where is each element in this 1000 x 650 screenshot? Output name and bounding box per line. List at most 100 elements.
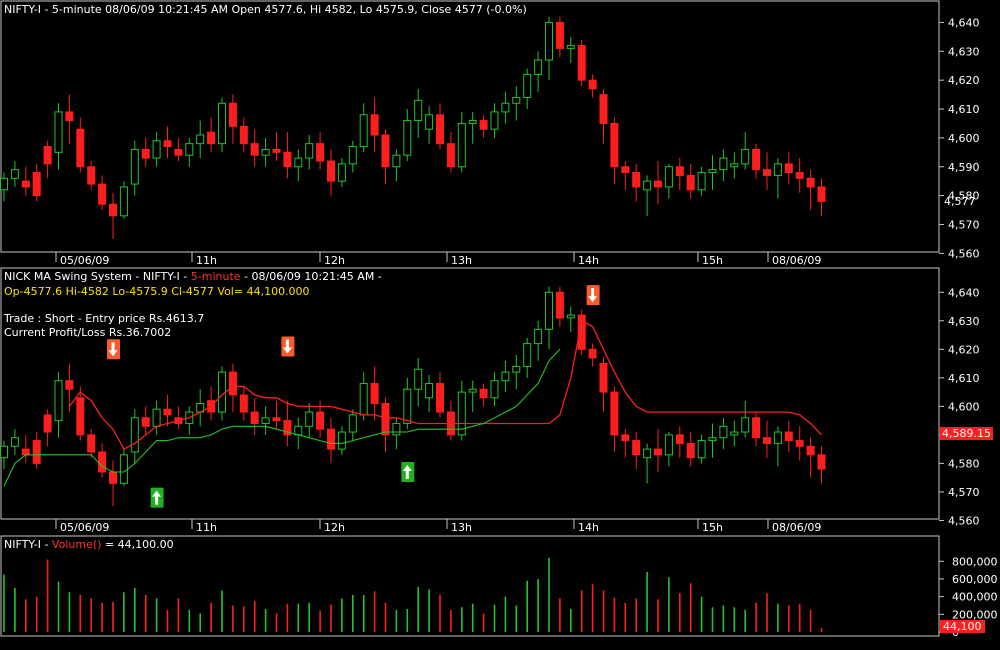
price-candle-body bbox=[65, 111, 74, 122]
swing-candle-body bbox=[98, 451, 107, 473]
price-candle-body bbox=[414, 99, 423, 122]
swing-ytick-label: 4,610 bbox=[948, 372, 980, 385]
volume-panel-title: NIFTY-I - Volume() = 44,100.00 bbox=[4, 538, 174, 551]
swing-candle-body bbox=[218, 371, 226, 413]
price-candle-body bbox=[283, 151, 292, 168]
price-candle-body bbox=[21, 180, 30, 188]
price-candle-body bbox=[806, 177, 815, 188]
price-candle-body bbox=[185, 143, 194, 156]
ma-green-line bbox=[3, 348, 561, 487]
price-candle-body bbox=[610, 122, 619, 168]
price-candle-body bbox=[348, 146, 357, 165]
swing-candle-body bbox=[817, 454, 826, 470]
price-candle-body bbox=[621, 166, 630, 174]
price-candle-body bbox=[152, 140, 161, 159]
price-candle-body bbox=[119, 186, 128, 217]
price-candle-body bbox=[730, 163, 739, 168]
swing-candle-body bbox=[534, 328, 543, 345]
swing-price-tag: 4,589.15 bbox=[940, 427, 993, 440]
price-candle-body bbox=[54, 111, 63, 153]
volume-ytick-label: 400,000 bbox=[952, 591, 998, 604]
price-candle-body bbox=[675, 166, 684, 176]
swing-candle-body bbox=[403, 388, 412, 424]
swing-candle-body bbox=[370, 383, 379, 404]
price-candle-body bbox=[643, 180, 652, 191]
price-candle-body bbox=[512, 96, 521, 104]
profit-loss-line: Current Profit/Loss Rs.36.7002 bbox=[4, 326, 172, 339]
swing-ytick-label: 4,620 bbox=[948, 343, 980, 356]
price-candle-body bbox=[272, 148, 281, 153]
swing-candle-body bbox=[501, 371, 510, 382]
swing-candle-body bbox=[10, 437, 19, 447]
swing-candle-body bbox=[0, 445, 8, 459]
price-candle-body bbox=[686, 174, 695, 191]
price-candle-body bbox=[490, 111, 499, 130]
price-candle-body bbox=[763, 169, 771, 176]
price-candle-body bbox=[327, 160, 335, 182]
swing-candle-body bbox=[381, 403, 390, 436]
price-xtick-label: 08/06/09 bbox=[772, 254, 821, 267]
price-candle-body bbox=[697, 172, 706, 191]
swing-candle-body bbox=[806, 445, 815, 456]
swing-xtick-label: 12h bbox=[324, 521, 345, 534]
chart-canvas: 4,560 4,570 4,580 4,590 4,600 4,610 4,620 4,630… bbox=[0, 0, 998, 639]
swing-candle-body bbox=[239, 394, 248, 413]
swing-candle-body bbox=[348, 414, 357, 433]
price-candle-body bbox=[130, 148, 139, 185]
price-candle-body bbox=[795, 172, 804, 179]
swing-ohlc-line: Op-4577.6 Hi-4582 Lo-4575.9 Cl-4577 Vol=… bbox=[4, 285, 310, 298]
price-candle-body bbox=[534, 59, 543, 75]
price-candle-body bbox=[577, 45, 586, 81]
price-candle-body bbox=[566, 45, 575, 49]
swing-candle-body bbox=[490, 380, 499, 399]
swing-candle-body bbox=[621, 434, 630, 442]
swing-candle-body bbox=[163, 408, 172, 416]
last-volume-tag: 44,100 bbox=[940, 620, 985, 633]
swing-candle-body bbox=[479, 388, 488, 399]
swing-candle-body bbox=[610, 391, 619, 436]
swing-candle-body bbox=[316, 411, 325, 430]
price-candle-body bbox=[337, 163, 346, 182]
price-candle-body bbox=[218, 102, 226, 145]
price-candle-body bbox=[501, 102, 510, 113]
swing-panel-frame bbox=[0, 267, 940, 520]
price-ytick-label: 4,560 bbox=[948, 247, 980, 260]
price-candle-body bbox=[163, 140, 172, 148]
price-candle-body bbox=[87, 166, 96, 185]
swing-candle-body bbox=[43, 414, 52, 433]
swing-candle-body bbox=[686, 442, 695, 459]
swing-candle-body bbox=[228, 371, 237, 396]
swing-candle-body bbox=[54, 380, 63, 422]
price-candle-body bbox=[316, 143, 325, 162]
price-candle-body bbox=[457, 122, 466, 168]
price-candle-body bbox=[98, 183, 107, 205]
price-candle-body bbox=[109, 203, 117, 217]
price-candle-body bbox=[425, 114, 434, 130]
price-candle-body bbox=[250, 143, 259, 156]
volume-title-label: Volume() bbox=[51, 538, 102, 551]
swing-candle-body bbox=[512, 365, 521, 373]
volume-ytick-label: 600,000 bbox=[952, 573, 998, 586]
price-candle-body bbox=[0, 177, 8, 191]
ma-red-line bbox=[68, 319, 822, 450]
swing-candle-body bbox=[555, 291, 564, 319]
price-candle-body bbox=[196, 134, 205, 145]
price-candle-body bbox=[32, 172, 41, 197]
swing-candle-body bbox=[392, 422, 401, 436]
price-candle-body bbox=[741, 148, 750, 165]
swing-candle-body bbox=[109, 471, 117, 484]
swing-candle-body bbox=[436, 383, 444, 413]
swing-candle-body bbox=[599, 363, 608, 393]
chart-window: 4,560 4,570 4,580 4,590 4,600 4,610 4,620 4,630… bbox=[0, 0, 1000, 650]
price-candle-body bbox=[599, 94, 608, 124]
swing-candle-body bbox=[425, 383, 434, 399]
price-candle-body bbox=[436, 114, 444, 145]
swing-ytick-label: 4,570 bbox=[948, 486, 980, 499]
swing-candle-body bbox=[588, 348, 597, 359]
swing-candle-body bbox=[773, 431, 782, 444]
swing-title-suffix: - 08/06/09 10:21:45 AM - bbox=[240, 270, 382, 283]
swing-candle-body bbox=[752, 417, 761, 439]
swing-candle-body bbox=[272, 417, 281, 422]
price-candle-body bbox=[708, 169, 717, 174]
swing-candle-body bbox=[523, 343, 532, 367]
